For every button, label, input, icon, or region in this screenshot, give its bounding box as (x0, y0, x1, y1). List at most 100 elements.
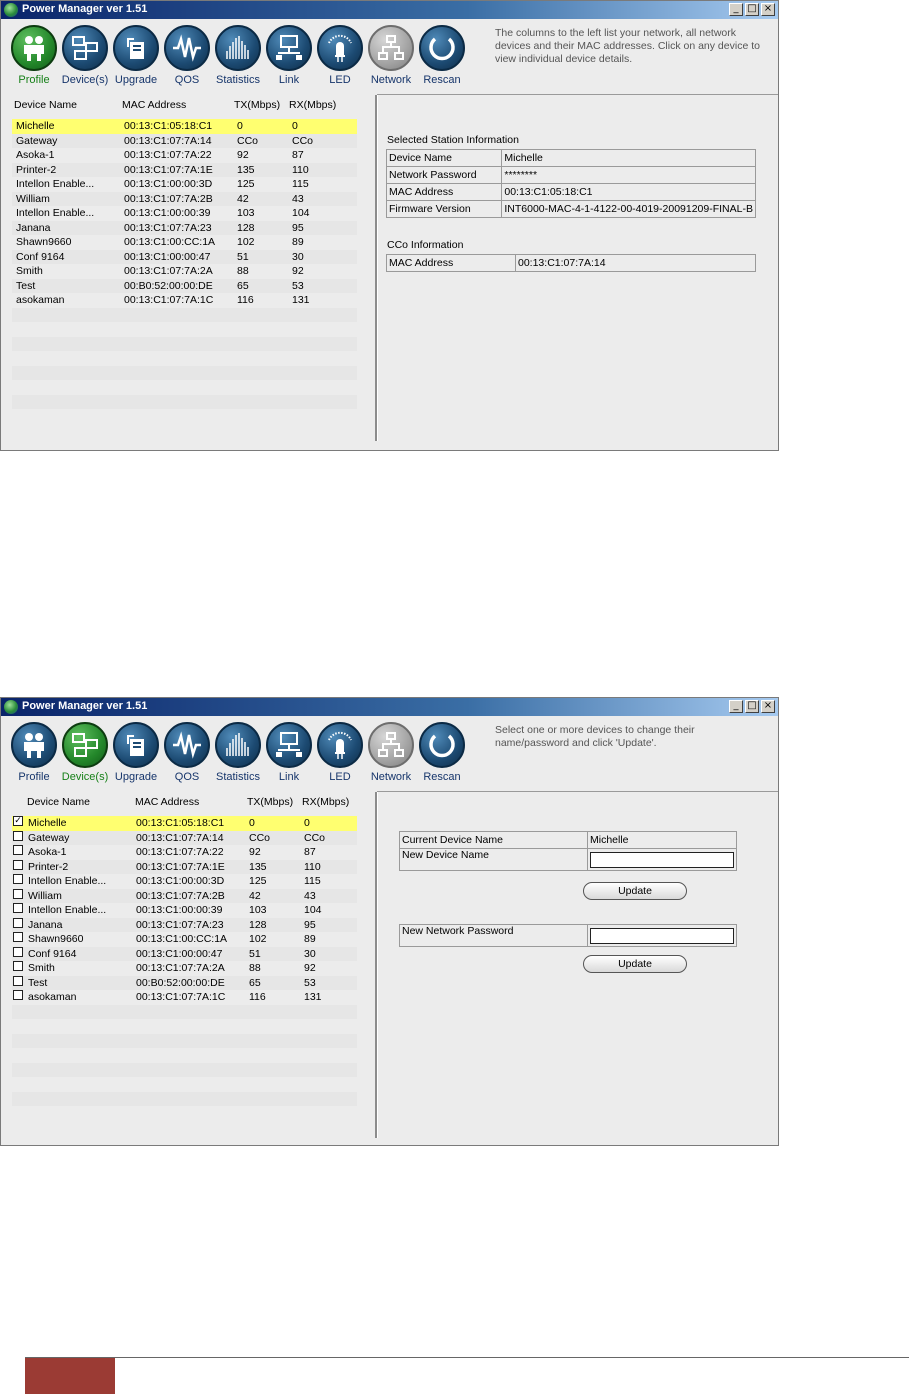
app-globe-icon (4, 700, 18, 714)
page-footer-block (25, 1358, 115, 1394)
mac-address-cell: 00:13:C1:07:7A:23 (136, 918, 224, 931)
device-row[interactable]: ✓ Michelle 00:13:C1:05:18:C1 0 0 (12, 816, 357, 831)
new-device-name-input[interactable] (590, 851, 734, 868)
column-header-tx[interactable]: TX(Mbps) (234, 99, 280, 112)
info-value: 00:13:C1:07:7A:14 (515, 254, 756, 272)
device-row[interactable]: Conf 9164 00:13:C1:00:00:47 51 30 (12, 946, 357, 961)
device-row[interactable]: Shawn9660 00:13:C1:00:CC:1A 102 89 (12, 932, 357, 947)
device-checkbox[interactable]: ✓ (13, 816, 23, 826)
device-row[interactable]: Conf 9164 00:13:C1:00:00:47 51 30 (12, 249, 357, 264)
rescan-icon (419, 25, 465, 71)
panel-divider[interactable] (375, 792, 378, 1138)
device-row[interactable]: Test 00:B0:52:00:00:DE 65 53 (12, 975, 357, 990)
title-bar[interactable]: Power Manager ver 1.51 _ □ × (1, 1, 778, 19)
devices-icon (62, 25, 108, 71)
device-row[interactable]: Smith 00:13:C1:07:7A:2A 88 92 (12, 264, 357, 279)
device-row[interactable]: Gateway 00:13:C1:07:7A:14 CCo CCo (12, 133, 357, 148)
device-row[interactable]: Shawn9660 00:13:C1:00:CC:1A 102 89 (12, 235, 357, 250)
update-password-button[interactable]: Update (583, 955, 687, 973)
toolbar-button-devices[interactable]: Device(s) (62, 722, 108, 783)
device-row[interactable]: Test 00:B0:52:00:00:DE 65 53 (12, 278, 357, 293)
device-row[interactable]: Gateway 00:13:C1:07:7A:14 CCo CCo (12, 830, 357, 845)
device-row[interactable]: William 00:13:C1:07:7A:2B 42 43 (12, 191, 357, 206)
device-name-cell: Smith (28, 962, 55, 974)
update-name-button[interactable]: Update (583, 882, 687, 900)
toolbar-button-upgrade[interactable]: Upgrade (113, 25, 159, 86)
device-row[interactable]: Michelle 00:13:C1:05:18:C1 0 0 (12, 119, 357, 134)
device-checkbox[interactable] (13, 961, 23, 971)
device-row[interactable]: Intellon Enable... 00:13:C1:00:00:39 103 10… (12, 206, 357, 221)
panel-divider[interactable] (375, 95, 378, 441)
column-header-rx[interactable]: RX(Mbps) (289, 99, 336, 112)
device-row[interactable]: asokaman 00:13:C1:07:7A:1C 116 131 (12, 293, 357, 308)
close-button[interactable]: × (761, 700, 775, 713)
device-name-cell: Gateway (16, 134, 58, 147)
device-row[interactable]: Asoka-1 00:13:C1:07:7A:22 92 87 (12, 845, 357, 860)
toolbar-button-qos[interactable]: QOS (164, 25, 210, 86)
tx-cell: 116 (237, 294, 254, 306)
column-header-device-name[interactable]: Device Name (27, 796, 90, 809)
column-header-tx[interactable]: TX(Mbps) (247, 796, 293, 809)
device-checkbox[interactable] (13, 830, 23, 841)
column-header-device-name[interactable]: Device Name (14, 99, 77, 112)
toolbar-button-network[interactable]: Network (368, 722, 414, 783)
device-row[interactable]: William 00:13:C1:07:7A:2B 42 43 (12, 888, 357, 903)
toolbar-button-upgrade[interactable]: Upgrade (113, 722, 159, 783)
selected-station-title: Selected Station Information (387, 134, 519, 146)
toolbar-button-link[interactable]: Link (266, 25, 312, 86)
column-header-rx[interactable]: RX(Mbps) (302, 796, 349, 809)
new-network-password-input[interactable] (590, 927, 734, 944)
column-header-mac-address[interactable]: MAC Address (135, 796, 199, 809)
device-row[interactable]: Printer-2 00:13:C1:07:7A:1E 135 110 (12, 162, 357, 177)
info-label: Network Password (385, 166, 503, 184)
rx-cell: 30 (304, 947, 316, 960)
device-row[interactable]: asokaman 00:13:C1:07:7A:1C 116 131 (12, 990, 357, 1005)
toolbar-button-statistics[interactable]: Statistics (215, 25, 261, 86)
device-checkbox[interactable] (13, 932, 23, 942)
device-row[interactable]: Intellon Enable... 00:13:C1:00:00:3D 125 11… (12, 177, 357, 192)
device-row[interactable]: Janana 00:13:C1:07:7A:23 128 95 (12, 917, 357, 932)
device-row[interactable]: Intellon Enable... 00:13:C1:00:00:39 103 10… (12, 903, 357, 918)
toolbar-button-link[interactable]: Link (266, 722, 312, 783)
device-checkbox[interactable] (13, 903, 23, 913)
device-checkbox[interactable] (13, 990, 23, 1000)
column-header-mac-address[interactable]: MAC Address (122, 99, 186, 112)
device-checkbox[interactable] (13, 946, 23, 957)
minimize-button[interactable]: _ (729, 700, 743, 713)
title-bar[interactable]: Power Manager ver 1.51 _ □ × (1, 698, 778, 716)
device-checkbox[interactable] (13, 917, 23, 928)
toolbar-button-statistics[interactable]: Statistics (215, 722, 261, 783)
toolbar-separator (377, 94, 778, 95)
device-checkbox[interactable] (13, 874, 23, 884)
device-checkbox[interactable] (13, 888, 23, 899)
maximize-button[interactable]: □ (745, 700, 759, 713)
toolbar-label: Device(s) (61, 74, 109, 86)
tx-cell: 92 (249, 846, 261, 858)
toolbar-button-qos[interactable]: QOS (164, 722, 210, 783)
toolbar-button-rescan[interactable]: Rescan (419, 722, 465, 783)
toolbar-button-profile[interactable]: Profile (11, 722, 57, 783)
device-row[interactable]: Asoka-1 00:13:C1:07:7A:22 92 87 (12, 148, 357, 163)
mac-address-cell: 00:13:C1:00:CC:1A (136, 933, 228, 945)
toolbar-button-led[interactable]: LED (317, 722, 363, 783)
device-checkbox[interactable] (13, 859, 23, 870)
toolbar-button-profile[interactable]: Profile (11, 25, 57, 86)
device-checkbox[interactable] (13, 845, 23, 855)
toolbar-button-network[interactable]: Network (368, 25, 414, 86)
device-row[interactable]: Printer-2 00:13:C1:07:7A:1E 135 110 (12, 859, 357, 874)
rx-cell: CCo (304, 831, 326, 844)
toolbar-button-rescan[interactable]: Rescan (419, 25, 465, 86)
device-row[interactable]: Janana 00:13:C1:07:7A:23 128 95 (12, 220, 357, 235)
maximize-button[interactable]: □ (745, 3, 759, 16)
minimize-button[interactable]: _ (729, 3, 743, 16)
device-row[interactable]: Smith 00:13:C1:07:7A:2A 88 92 (12, 961, 357, 976)
close-button[interactable]: × (761, 3, 775, 16)
new-network-password-label: New Network Password (399, 924, 588, 947)
device-checkbox[interactable] (13, 975, 23, 986)
info-label: MAC Address (385, 183, 503, 201)
device-row[interactable]: Intellon Enable... 00:13:C1:00:00:3D 125 11… (12, 874, 357, 889)
toolbar-button-led[interactable]: LED (317, 25, 363, 86)
device-name-cell: Printer-2 (28, 860, 69, 873)
toolbar-button-devices[interactable]: Device(s) (62, 25, 108, 86)
profile-icon (11, 25, 57, 71)
